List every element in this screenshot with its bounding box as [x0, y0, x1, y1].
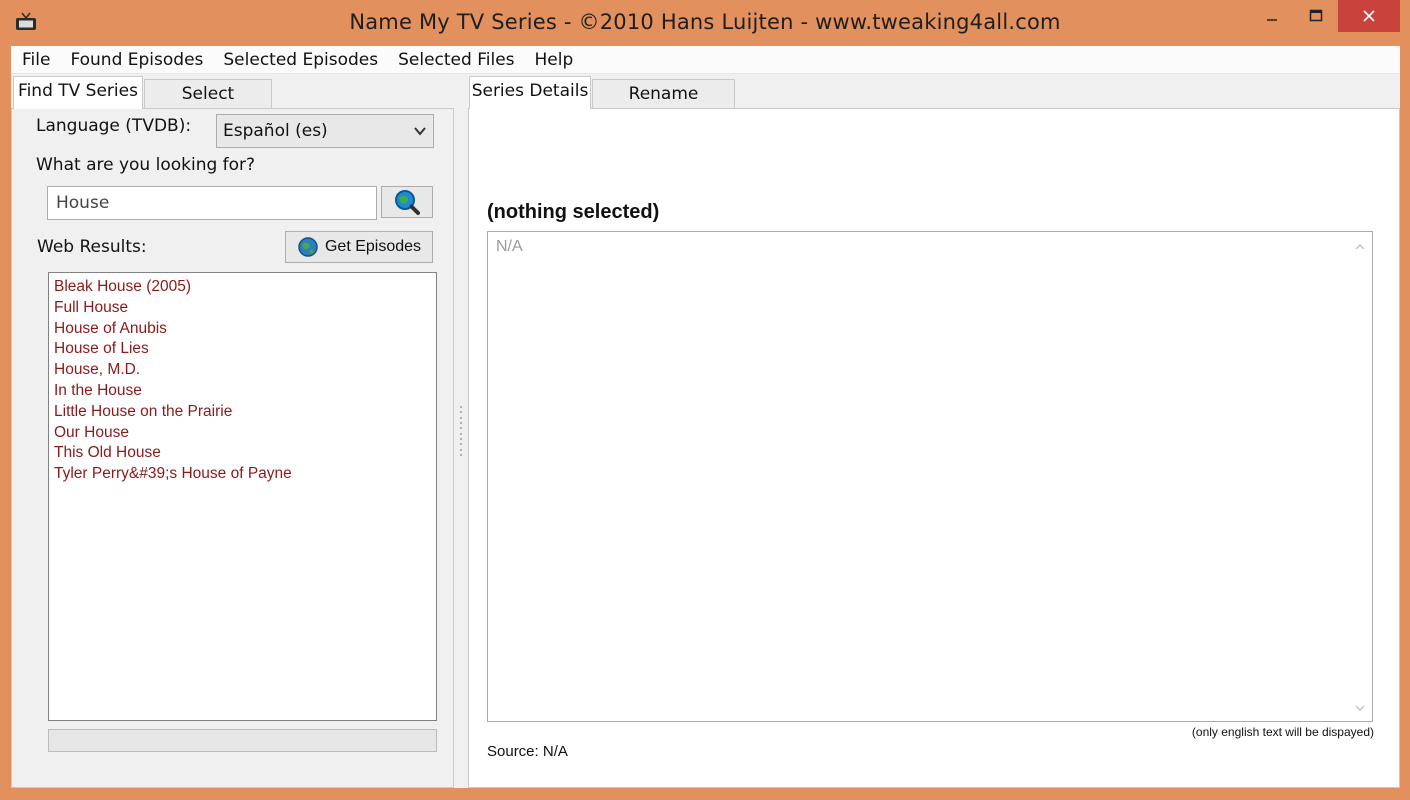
- list-item[interactable]: Little House on the Prairie: [54, 402, 436, 423]
- list-item[interactable]: This Old House: [54, 443, 436, 464]
- chevron-down-icon: [414, 127, 426, 136]
- series-description-box[interactable]: N/A: [487, 231, 1373, 722]
- menu-found-episodes[interactable]: Found Episodes: [60, 46, 213, 74]
- tab-select-episodes[interactable]: Select Episodes: [144, 79, 272, 132]
- scroll-down-icon[interactable]: [1354, 703, 1366, 713]
- maximize-button[interactable]: [1294, 0, 1338, 32]
- find-series-panel: Language (TVDB): Español (es) What are y…: [11, 108, 454, 788]
- series-details-panel: (nothing selected) N/A (only english tex…: [468, 108, 1400, 788]
- menu-selected-files[interactable]: Selected Files: [388, 46, 524, 74]
- search-globe-icon: [395, 190, 420, 215]
- minimize-button[interactable]: [1250, 0, 1294, 32]
- list-item[interactable]: Full House: [54, 298, 436, 319]
- list-item[interactable]: Tyler Perry&#39;s House of Payne: [54, 464, 436, 485]
- menu-file[interactable]: File: [11, 46, 60, 74]
- search-button[interactable]: [381, 186, 433, 218]
- tab-series-details[interactable]: Series Details: [469, 76, 591, 109]
- series-description: N/A: [496, 238, 523, 255]
- english-only-note: (only english text will be dispayed): [1191, 725, 1374, 739]
- scroll-up-icon[interactable]: [1354, 242, 1366, 252]
- list-item[interactable]: House, M.D.: [54, 360, 436, 381]
- language-label: Language (TVDB):: [36, 116, 192, 136]
- details-heading: (nothing selected): [487, 201, 660, 223]
- list-item[interactable]: In the House: [54, 381, 436, 402]
- list-item[interactable]: House of Anubis: [54, 319, 436, 340]
- query-label: What are you looking for?: [36, 155, 256, 175]
- close-button[interactable]: [1338, 0, 1400, 32]
- tab-find-tv-series[interactable]: Find TV Series: [13, 76, 143, 109]
- minimize-icon: [1267, 19, 1277, 21]
- get-episodes-label: Get Episodes: [324, 238, 422, 255]
- web-results-label: Web Results:: [37, 237, 147, 257]
- web-results-list[interactable]: Bleak House (2005) Full House House of Anu…: [48, 272, 437, 721]
- tab-rename-scheme[interactable]: Rename Scheme: [592, 79, 735, 132]
- get-episodes-button[interactable]: Get Episodes: [285, 231, 433, 263]
- panel-splitter[interactable]: [458, 406, 464, 456]
- window-title: Name My TV Series - ©2010 Hans Luijten -…: [349, 10, 1061, 34]
- title-bar: Name My TV Series - ©2010 Hans Luijten -…: [0, 0, 1410, 46]
- search-input[interactable]: House: [47, 186, 377, 220]
- globe-icon: [298, 237, 318, 257]
- menu-bar: File Found Episodes Selected Episodes Se…: [11, 46, 1400, 74]
- list-item[interactable]: House of Lies: [54, 339, 436, 360]
- language-select[interactable]: Español (es): [216, 114, 434, 148]
- close-icon: [1363, 10, 1375, 22]
- source-label: Source: N/A: [487, 743, 568, 760]
- main-window: File Found Episodes Selected Episodes Se…: [11, 46, 1400, 788]
- list-item[interactable]: Our House: [54, 423, 436, 444]
- progress-bar: [48, 729, 437, 752]
- language-value: Español (es): [223, 121, 328, 141]
- menu-selected-episodes[interactable]: Selected Episodes: [213, 46, 388, 74]
- maximize-icon: [1309, 9, 1323, 22]
- list-item[interactable]: Bleak House (2005): [54, 277, 436, 298]
- menu-help[interactable]: Help: [525, 46, 584, 74]
